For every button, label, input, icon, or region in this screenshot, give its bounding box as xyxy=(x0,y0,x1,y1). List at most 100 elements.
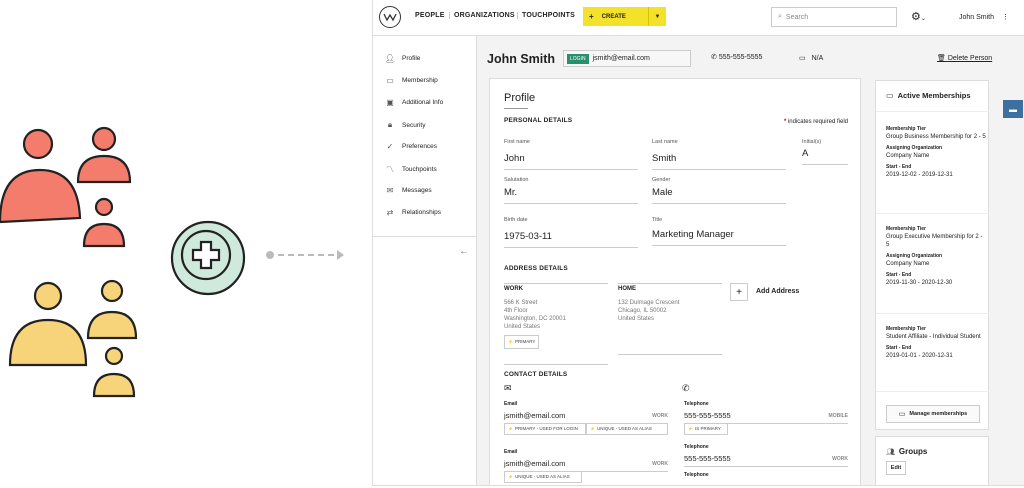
login-email: jsmith@email.com xyxy=(592,55,650,62)
chevron-down-icon[interactable]: ▼ xyxy=(648,7,666,26)
collapse-arrow-icon[interactable]: ← xyxy=(459,246,469,257)
login-badge: LOGIN xyxy=(567,53,589,64)
panel-divider xyxy=(876,213,990,214)
address-line: Washington, DC 20001 xyxy=(504,316,566,322)
sidebar-item-membership[interactable]: ▭ Membership xyxy=(383,76,438,85)
birth-date-field[interactable]: Birth date 1975-03-11 xyxy=(504,217,638,248)
birth-date-value[interactable]: 1975-03-11 xyxy=(504,231,638,248)
first-name-value[interactable]: John xyxy=(504,153,638,170)
gender-field[interactable]: Gender Male xyxy=(652,177,786,204)
email-entry-2[interactable]: Email jsmith@email.com WORK UNIQUE - USED… xyxy=(504,449,668,483)
telephone-type: MOBILE xyxy=(828,413,848,419)
top-nav-bar: PEOPLE ORGANIZATIONS TOUCHPOINTS + CREAT… xyxy=(373,0,1024,36)
plus-icon: + xyxy=(736,286,742,298)
gender-value[interactable]: Male xyxy=(652,187,786,204)
telephone-entry-2[interactable]: Telephone 555-555-5555 WORK xyxy=(684,444,848,467)
phone-icon: ✆ xyxy=(682,383,690,393)
telephone-value: 555-555-5555 xyxy=(684,454,731,463)
nav-people[interactable]: PEOPLE xyxy=(415,12,445,19)
edit-groups-button[interactable]: Edit xyxy=(886,461,906,475)
salutation-field[interactable]: Salutation Mr. xyxy=(504,177,638,204)
sidebar-item-label: Profile xyxy=(402,55,421,62)
telephone-label: Telephone xyxy=(684,444,709,450)
nav-organizations[interactable]: ORGANIZATIONS xyxy=(449,12,515,19)
telephone-value-row[interactable]: 555-555-5555 MOBILE xyxy=(684,411,848,424)
groups-panel: 👥︎ Groups Edit xyxy=(875,436,989,485)
groups-title: 👥︎ Groups xyxy=(886,447,927,456)
email-tag: UNIQUE - USED AS ALIAS xyxy=(586,424,668,435)
home-address[interactable]: HOME 132 Dulmage Crescent Chicago, IL 50… xyxy=(618,283,722,355)
panel-divider xyxy=(876,313,990,314)
tier-value: Group Executive Membership for 2 - 5 xyxy=(886,234,983,248)
sidebar-item-messages[interactable]: ✉ Messages xyxy=(383,186,432,195)
delete-person-link[interactable]: 🗑︎ Delete Person xyxy=(937,54,992,62)
required-note: * indicates required field xyxy=(783,119,848,125)
panel-divider xyxy=(876,391,990,392)
search-placeholder: Search xyxy=(785,13,809,21)
email-entry-1[interactable]: Email jsmith@email.com WORK PRIMARY - USE… xyxy=(504,401,668,435)
yellow-people-group xyxy=(8,279,138,398)
sidebar-item-label: Security xyxy=(402,121,426,129)
initials-label: Initial(s) xyxy=(802,139,822,145)
membership-item: Membership Tier Student Affiliate - Indi… xyxy=(886,325,986,360)
job-title-field[interactable]: Title Marketing Manager xyxy=(652,217,786,246)
telephone-value-row[interactable]: 555-555-5555 WORK xyxy=(684,454,848,467)
first-name-field[interactable]: First name John xyxy=(504,139,638,170)
telephone-entry-3[interactable]: Telephone xyxy=(684,472,848,478)
email-type: WORK xyxy=(652,413,668,419)
add-address-button[interactable]: + xyxy=(730,283,748,301)
phone-icon: ✆ xyxy=(711,54,717,61)
dates-value: 2019-12-02 - 2019-12-31 xyxy=(886,172,953,178)
job-title-value[interactable]: Marketing Manager xyxy=(652,229,786,246)
sidebar-item-relationships[interactable]: ⇄ Relationships xyxy=(383,208,441,217)
arrow-connector xyxy=(266,250,344,260)
contact-details-heading: CONTACT DETAILS xyxy=(504,371,568,378)
telephone-type: WORK xyxy=(832,456,848,462)
sidebar-item-additional-info[interactable]: ▣ Additional Info xyxy=(383,98,443,107)
login-email-field: LOGIN jsmith@email.com xyxy=(563,50,691,67)
plus-icon: + xyxy=(589,12,594,21)
initials-field[interactable]: Initial(s) A xyxy=(802,139,848,165)
sidebar-item-touchpoints[interactable]: 〽 Touchpoints xyxy=(383,164,437,175)
relationship-icon: ⇄ xyxy=(386,208,394,217)
last-name-field[interactable]: Last name Smith xyxy=(652,139,786,170)
telephone-value: 555-555-5555 xyxy=(684,411,731,420)
salutation-label: Salutation xyxy=(504,177,529,183)
profile-title: Profile xyxy=(504,92,536,104)
id-card-icon: ▣ xyxy=(386,98,394,107)
work-address[interactable]: WORK 566 K Street 4th Floor Washington, … xyxy=(504,283,608,365)
monitor-icon: ▭ xyxy=(886,91,894,100)
gear-icon[interactable]: ⚙⌄ xyxy=(911,10,926,23)
mail-icon: ✉ xyxy=(504,383,512,393)
chat-icon[interactable]: ▬ xyxy=(1003,100,1023,118)
app-logo[interactable] xyxy=(379,6,401,28)
last-name-value[interactable]: Smith xyxy=(652,153,786,170)
active-memberships-panel: ▭ Active Memberships Membership Tier Grou… xyxy=(875,80,990,430)
manage-memberships-button[interactable]: ▭ Manage memberships xyxy=(886,405,980,423)
add-address-label[interactable]: Add Address xyxy=(756,288,799,295)
initials-value[interactable]: A xyxy=(802,148,848,165)
required-note-text: indicates required field xyxy=(787,119,848,125)
user-menu[interactable]: John Smith ⋮ xyxy=(959,13,1009,21)
create-button[interactable]: + CREATE ▼ xyxy=(583,7,666,26)
email-value-row[interactable]: jsmith@email.com WORK xyxy=(504,459,668,472)
sidebar-item-preferences[interactable]: ✓ Preferences xyxy=(383,142,437,151)
sidebar-item-security[interactable]: 🔒︎ Security xyxy=(383,120,426,130)
tier-label: Membership Tier xyxy=(886,126,926,132)
user-name: John Smith xyxy=(959,14,995,21)
sidebar-item-profile[interactable]: 👤︎ Profile xyxy=(383,54,421,63)
last-name-label: Last name xyxy=(652,139,678,145)
more-vertical-icon[interactable]: ⋮ xyxy=(1002,14,1009,21)
nav-touchpoints[interactable]: TOUCHPOINTS xyxy=(517,12,575,19)
sidebar-divider xyxy=(373,236,477,237)
salutation-value[interactable]: Mr. xyxy=(504,187,638,204)
sidebar-item-label: Relationships xyxy=(402,209,442,216)
org-label: Assigning Organization xyxy=(886,253,943,259)
active-memberships-title: ▭ Active Memberships xyxy=(886,91,971,100)
search-input[interactable]: ⌕ Search xyxy=(771,7,897,27)
job-title-label: Title xyxy=(652,217,663,223)
first-name-label: First name xyxy=(504,139,530,145)
sidebar-item-label: Messages xyxy=(402,187,432,194)
telephone-entry-1[interactable]: Telephone 555-555-5555 MOBILE IS PRIMARY xyxy=(684,401,848,435)
email-value-row[interactable]: jsmith@email.com WORK xyxy=(504,411,668,424)
